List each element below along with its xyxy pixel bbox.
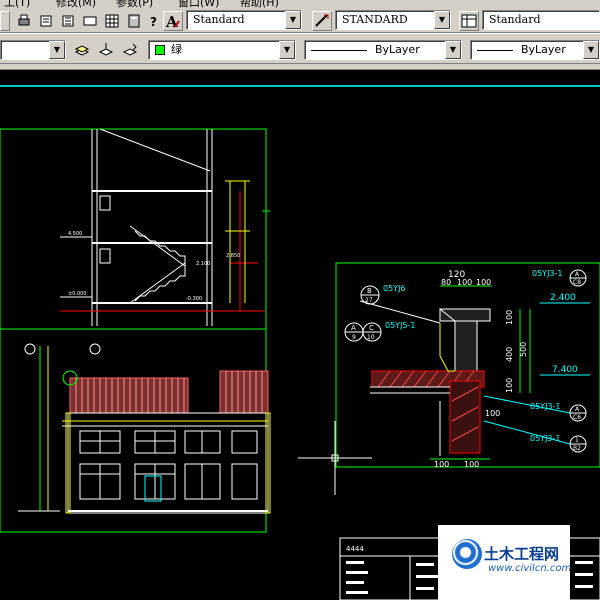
- svg-text:B2: B2: [573, 445, 581, 452]
- svg-text:05YJ6: 05YJ6: [383, 284, 406, 293]
- color-swatch: [155, 45, 165, 55]
- svg-text:400: 400: [505, 347, 514, 362]
- menu-tools[interactable]: 工(T): [4, 0, 30, 8]
- linetype-select[interactable]: ByLayer ▼: [304, 40, 462, 60]
- svg-text:C8: C8: [573, 279, 581, 286]
- detail-ref-bubble[interactable]: 05YJ3-1 1 B2: [530, 434, 587, 453]
- elevation-marker: 2.400: [550, 293, 576, 303]
- svg-text:100: 100: [505, 310, 514, 325]
- svg-text:100: 100: [476, 278, 491, 287]
- lineweight-select[interactable]: ByLayer ▼: [470, 40, 600, 60]
- detail-ref-bubble[interactable]: 05YJ3-1 A C8: [532, 269, 587, 287]
- toolbar-strip: [0, 64, 600, 70]
- svg-text:100: 100: [464, 460, 479, 469]
- color-value: 绿: [171, 43, 182, 56]
- drawing-canvas[interactable]: 4.500 ±0.000 -0.300 2.100 2.850 B 27 05Y…: [0, 71, 600, 600]
- properties-toolbar: ▼ 绿 ▼ ByLayer ▼ ByLayer ▼: [0, 37, 600, 64]
- svg-text:B: B: [367, 287, 372, 295]
- logo-icon: [452, 539, 482, 569]
- toolbar-button[interactable]: [58, 11, 78, 31]
- dropdown-arrow-icon[interactable]: ▼: [285, 11, 301, 29]
- svg-text:05YJ5-1: 05YJ5-1: [385, 321, 416, 330]
- grid-icon[interactable]: [102, 11, 122, 31]
- svg-text:80: 80: [441, 278, 451, 287]
- layer-previous-icon[interactable]: [120, 40, 140, 60]
- dropdown-arrow-icon[interactable]: ▼: [434, 11, 450, 29]
- svg-text:9: 9: [352, 334, 356, 341]
- styles-toolbar: ? A Standard ▼ STANDARD ▼ Standard: [0, 8, 600, 33]
- toolbar-button[interactable]: [0, 11, 10, 31]
- detail-ref-bubble[interactable]: B 27 05YJ6: [360, 284, 406, 305]
- detail-ref-bubble[interactable]: 05YJ3-1 A C6: [530, 402, 587, 422]
- svg-text:500: 500: [519, 342, 528, 357]
- svg-text:05YJ3-1: 05YJ3-1: [532, 269, 563, 278]
- dropdown-arrow-icon[interactable]: ▼: [279, 41, 295, 59]
- crosshair-cursor: [298, 421, 372, 495]
- svg-text:100: 100: [434, 460, 449, 469]
- dropdown-arrow-icon[interactable]: ▼: [49, 41, 65, 59]
- svg-text:A: A: [351, 324, 356, 332]
- elevation-label: 2.850: [226, 253, 240, 259]
- elevation-marker: 7.400: [552, 365, 578, 375]
- svg-text:10: 10: [367, 334, 375, 341]
- svg-text:C6: C6: [573, 414, 581, 421]
- detail-ref-bubble[interactable]: A 9: [344, 322, 364, 342]
- logo-title: 土木工程网: [484, 545, 560, 563]
- menu-modify[interactable]: 修改(M): [56, 0, 96, 8]
- table-style-icon[interactable]: [459, 11, 479, 31]
- text-style-value: Standard: [193, 13, 245, 26]
- svg-text:100: 100: [485, 409, 500, 418]
- text-style-select[interactable]: Standard ▼: [186, 10, 302, 30]
- elevation-label: -0.300: [186, 296, 202, 302]
- menu-parameters[interactable]: 参数(P): [116, 0, 153, 8]
- building-elevation-view[interactable]: [0, 328, 271, 533]
- dimension-style-select[interactable]: STANDARD ▼: [335, 10, 451, 30]
- table-style-value: Standard: [489, 13, 541, 26]
- text-style-icon[interactable]: A: [163, 11, 183, 31]
- svg-text:?: ?: [150, 15, 157, 28]
- stair-section-view[interactable]: 4.500 ±0.000 -0.300 2.100 2.850: [0, 128, 270, 330]
- print-icon[interactable]: [14, 11, 34, 31]
- linetype-value: ByLayer: [375, 43, 420, 56]
- svg-text:A: A: [575, 406, 580, 413]
- layer-select[interactable]: ▼: [0, 40, 66, 60]
- svg-text:05YJ3-1: 05YJ3-1: [530, 434, 561, 443]
- parapet-detail-view[interactable]: B 27 05YJ6 A 9 C 10 05YJ5-1 120 80 100 1…: [335, 262, 600, 469]
- svg-text:100: 100: [457, 278, 472, 287]
- menu-bar: 工(T) 修改(M) 参数(P) 窗口(W) 帮助(H): [0, 0, 600, 8]
- title-block-number: 4444: [346, 545, 364, 553]
- dropdown-arrow-icon[interactable]: ▼: [583, 41, 599, 59]
- linetype-sample: [311, 49, 367, 51]
- menu-window[interactable]: 窗口(W): [178, 0, 219, 8]
- elevation-label: ±0.000: [68, 291, 87, 297]
- svg-text:100: 100: [505, 378, 514, 393]
- dimension-style-icon[interactable]: [312, 11, 332, 31]
- logo-url: www.civilcn.com: [488, 563, 572, 574]
- dimension-style-value: STANDARD: [342, 13, 408, 26]
- lineweight-value: ByLayer: [521, 43, 566, 56]
- svg-text:A: A: [575, 271, 580, 278]
- make-current-layer-icon[interactable]: [96, 40, 116, 60]
- lineweight-sample: [477, 49, 513, 51]
- menu-help[interactable]: 帮助(H): [240, 0, 279, 8]
- dropdown-arrow-icon[interactable]: ▼: [445, 41, 461, 59]
- calculator-icon[interactable]: [124, 11, 144, 31]
- elevation-label: 2.100: [196, 261, 210, 267]
- toolbar-button[interactable]: [80, 11, 100, 31]
- toolbar-button[interactable]: [36, 11, 56, 31]
- watermark-logo: 土木工程网 www.civilcn.com: [438, 525, 572, 600]
- elevation-label: 4.500: [68, 231, 82, 237]
- color-select[interactable]: 绿 ▼: [148, 40, 296, 60]
- layer-properties-icon[interactable]: [72, 40, 92, 60]
- svg-text:C: C: [369, 324, 374, 332]
- svg-text:1: 1: [575, 437, 579, 444]
- help-icon[interactable]: ?: [144, 11, 164, 31]
- table-style-select[interactable]: Standard: [482, 10, 600, 30]
- detail-ref-bubble[interactable]: C 10 05YJ5-1: [362, 321, 416, 342]
